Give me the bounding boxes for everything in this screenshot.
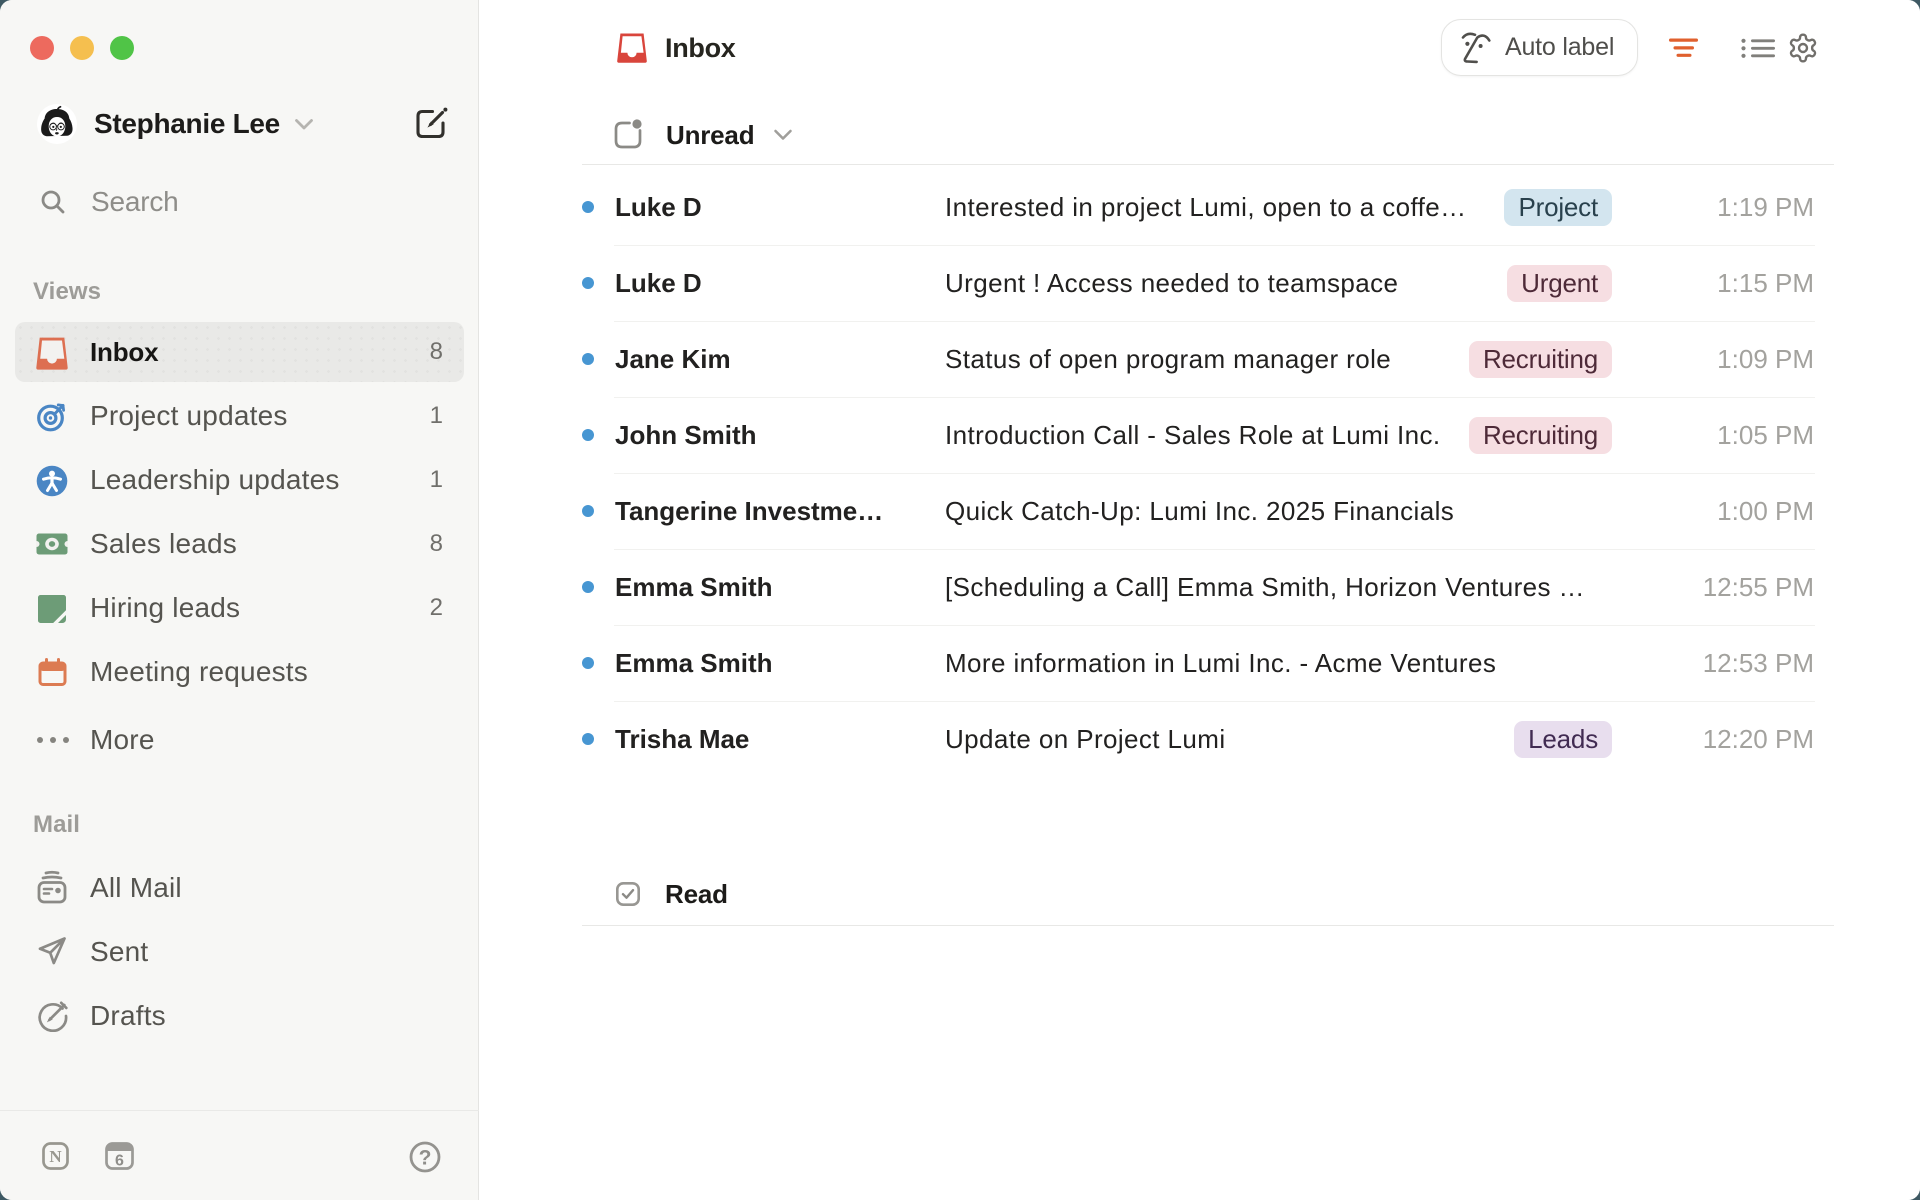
svg-text:N: N bbox=[49, 1147, 62, 1166]
svg-text:?: ? bbox=[419, 1147, 432, 1170]
svg-text:6: 6 bbox=[115, 1153, 124, 1170]
